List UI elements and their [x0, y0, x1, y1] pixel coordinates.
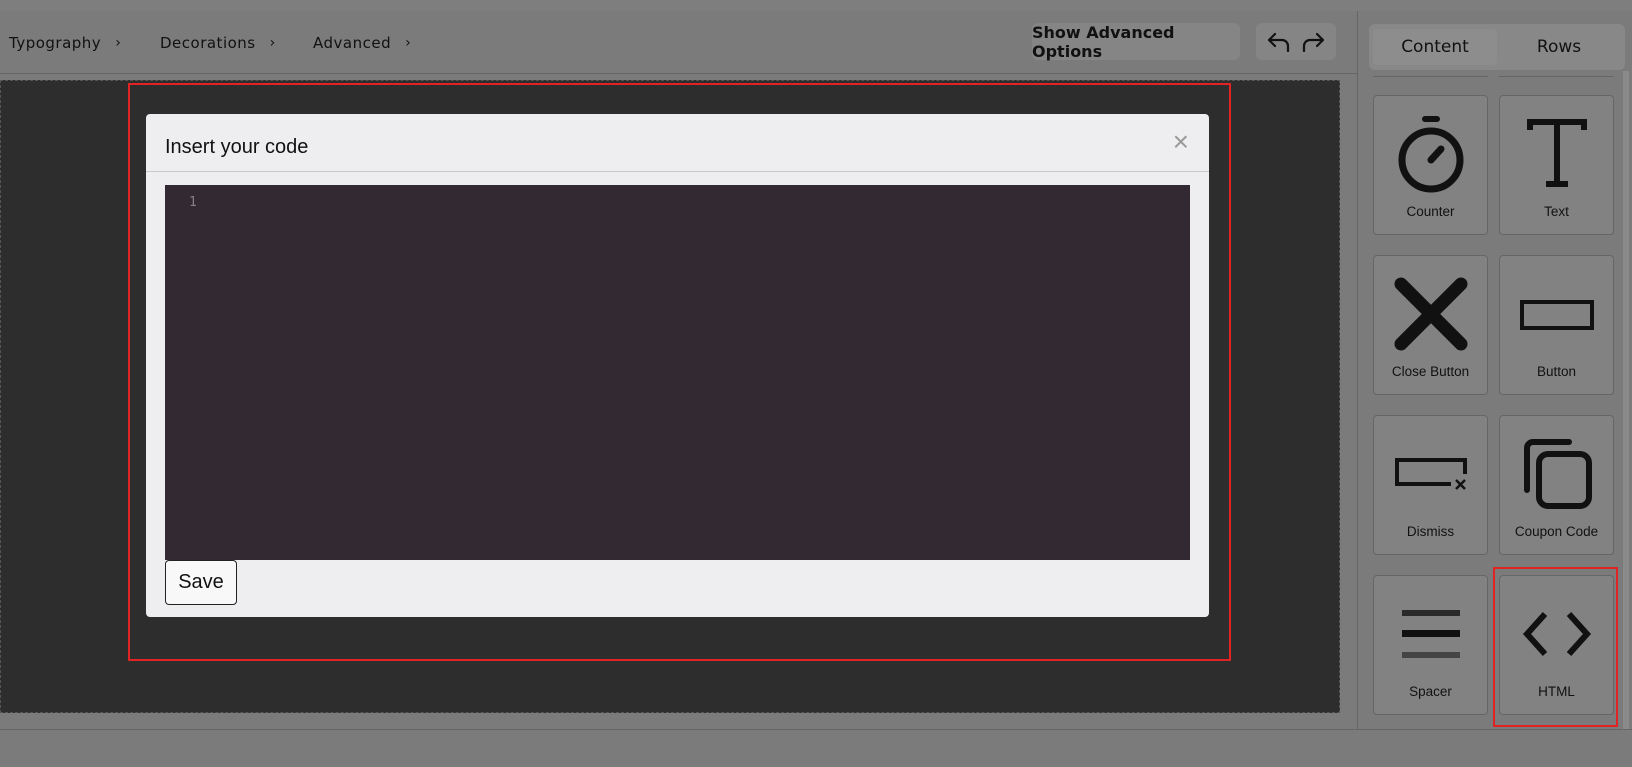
- chevron-right-icon: ›: [115, 35, 122, 51]
- tab-rows[interactable]: Rows: [1497, 29, 1621, 65]
- close-icon: [1374, 272, 1487, 356]
- modal-title: Insert your code: [165, 136, 309, 158]
- element-tile-spacer[interactable]: Spacer: [1373, 575, 1488, 715]
- element-tile-coupon-code[interactable]: Coupon Code: [1499, 415, 1614, 555]
- line-number: 1: [189, 195, 197, 210]
- tab-content[interactable]: Content: [1373, 29, 1497, 65]
- chevron-right-icon: ›: [405, 35, 412, 51]
- text-icon: [1500, 112, 1613, 196]
- show-advanced-options-button[interactable]: Show Advanced Options: [1032, 23, 1240, 61]
- modal-header: Insert your code ×: [146, 114, 1209, 172]
- panel-tabs: Content Rows: [1369, 24, 1625, 70]
- breadcrumb-typography[interactable]: Typography ›: [9, 33, 121, 53]
- panel-scrollbar[interactable]: [1623, 71, 1629, 731]
- editor-toolbar: Typography › Decorations › Advanced › Sh…: [0, 11, 1357, 74]
- breadcrumb-advanced[interactable]: Advanced ›: [313, 33, 411, 53]
- copy-icon: [1500, 432, 1613, 516]
- code-editor[interactable]: 1: [165, 185, 1190, 560]
- tile-row-divider: [1499, 71, 1614, 77]
- selected-tile-outline: [1493, 567, 1618, 727]
- element-tile-close-button[interactable]: Close Button: [1373, 255, 1488, 395]
- bottom-bar: [0, 729, 1632, 767]
- stopwatch-icon: [1374, 112, 1487, 196]
- breadcrumb-decorations[interactable]: Decorations ›: [160, 33, 276, 53]
- chevron-right-icon: ›: [269, 35, 276, 51]
- top-strip: [0, 0, 1632, 11]
- spacer-icon: [1374, 592, 1487, 676]
- element-tile-text[interactable]: Text: [1499, 95, 1614, 235]
- undo-icon[interactable]: [1265, 28, 1293, 56]
- redo-icon[interactable]: [1299, 28, 1327, 56]
- element-tile-button[interactable]: Button: [1499, 255, 1614, 395]
- dismiss-icon: [1374, 432, 1487, 516]
- close-icon[interactable]: ×: [1173, 128, 1189, 156]
- tile-row-divider: [1373, 71, 1488, 77]
- element-tile-dismiss[interactable]: Dismiss: [1373, 415, 1488, 555]
- history-controls: [1256, 23, 1336, 60]
- save-button[interactable]: Save: [165, 560, 237, 605]
- button-icon: [1500, 272, 1613, 356]
- element-tile-counter[interactable]: Counter: [1373, 95, 1488, 235]
- insert-code-modal: Insert your code × 1 Save: [146, 114, 1209, 617]
